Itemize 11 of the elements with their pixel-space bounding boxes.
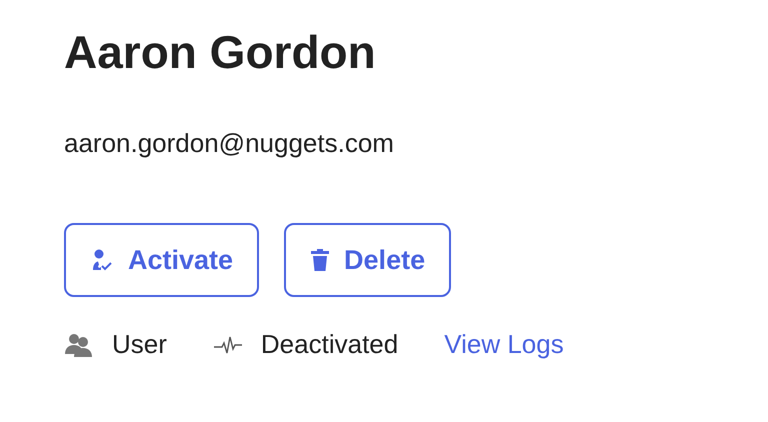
user-check-icon [90,248,114,272]
status-label: Deactivated [260,329,398,360]
role-label: User [112,329,167,360]
trash-icon [310,248,330,272]
activity-icon [212,334,243,354]
activate-button[interactable]: Activate [64,223,260,297]
user-email: aaron.gordon@nuggets.com [64,128,395,159]
user-name: Aaron Gordon [64,25,377,80]
delete-button[interactable]: Delete [284,223,452,297]
users-icon [64,332,94,358]
view-logs-link[interactable]: View Logs [444,329,564,360]
